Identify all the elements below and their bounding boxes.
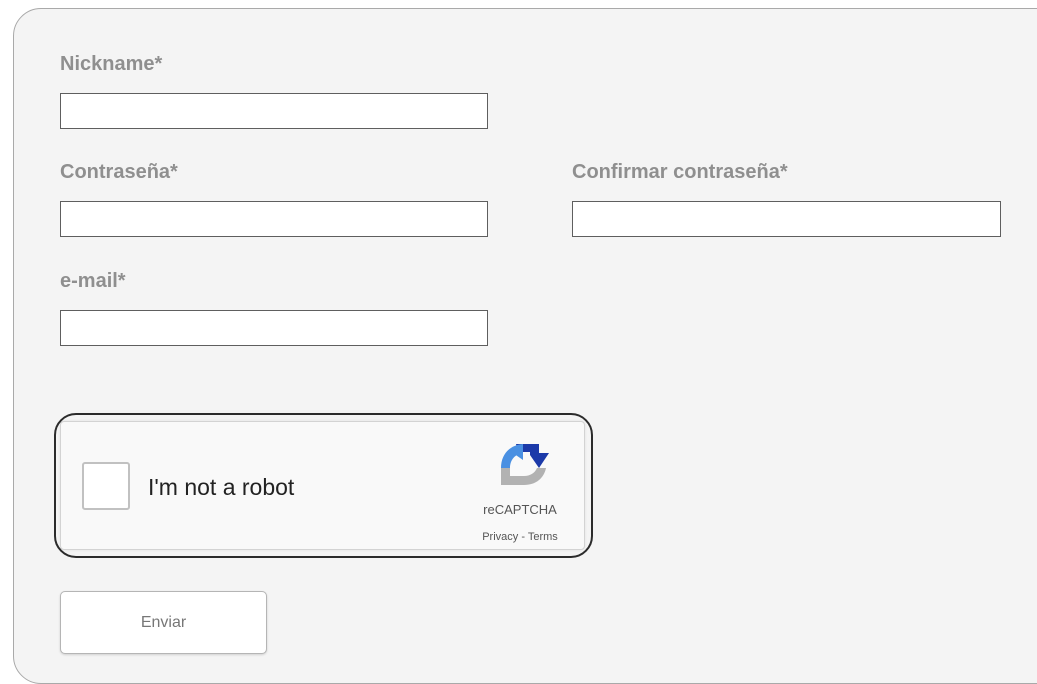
recaptcha-brand: reCAPTCHA xyxy=(483,502,557,517)
privacy-link[interactable]: Privacy xyxy=(482,531,518,543)
recaptcha-logo-icon xyxy=(501,444,549,485)
terms-link[interactable]: Terms xyxy=(528,531,558,543)
email-input[interactable] xyxy=(60,310,488,346)
confirm-password-label: Confirmar contraseña* xyxy=(572,161,788,183)
password-input[interactable] xyxy=(60,201,488,237)
recaptcha-checkbox[interactable] xyxy=(82,462,130,510)
confirm-password-input[interactable] xyxy=(572,201,1001,237)
link-separator: - xyxy=(518,531,528,543)
nickname-input[interactable] xyxy=(60,93,488,129)
password-label: Contraseña* xyxy=(60,161,178,183)
recaptcha-checkbox-label: I'm not a robot xyxy=(148,474,295,500)
recaptcha-links: Privacy - Terms xyxy=(464,531,576,543)
nickname-label: Nickname* xyxy=(60,53,163,75)
submit-button[interactable]: Enviar xyxy=(60,591,267,654)
email-label: e-mail* xyxy=(60,270,126,292)
